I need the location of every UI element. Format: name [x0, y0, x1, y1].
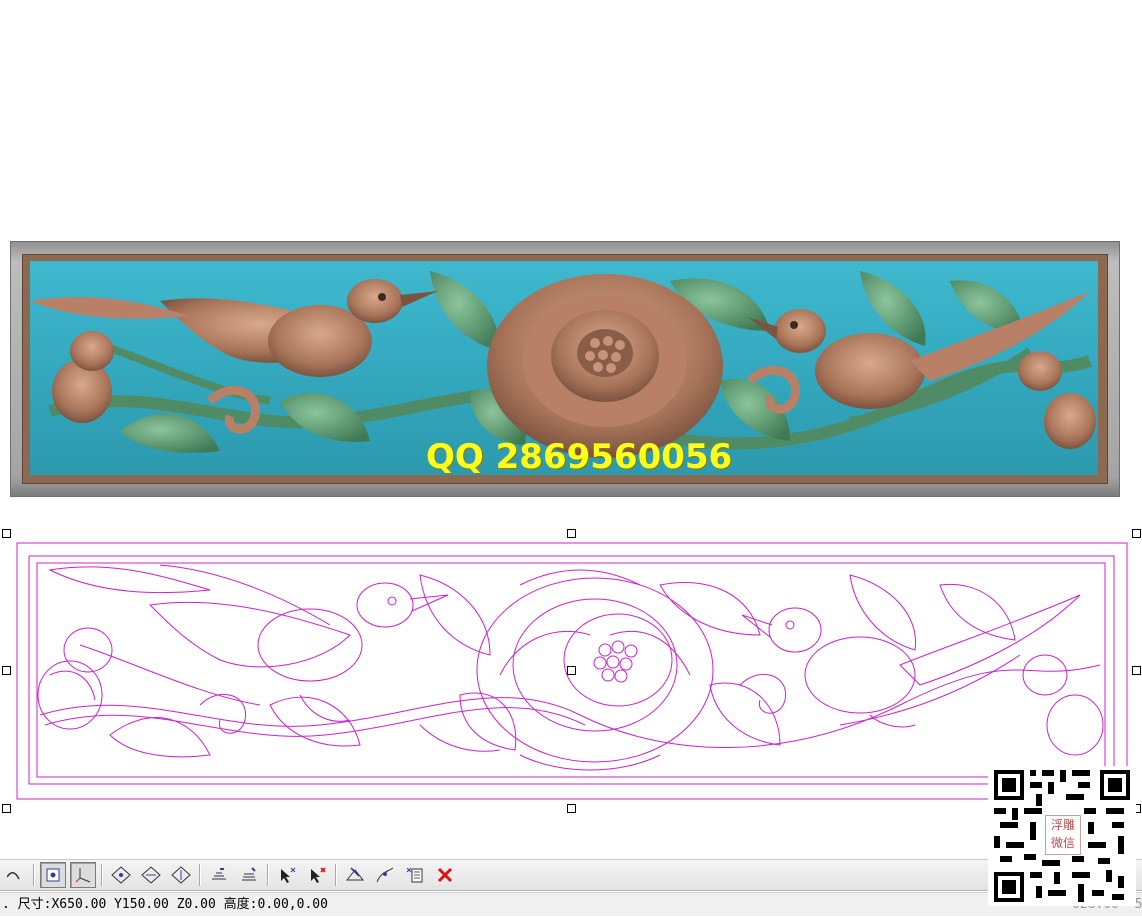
path-edit-icon — [376, 867, 394, 883]
curve-tool-button[interactable] — [2, 862, 28, 888]
bottom-toolbar — [0, 859, 1142, 891]
qr-label-line1: 浮雕 — [1050, 818, 1075, 832]
drawing-canvas[interactable]: QQ 2869560056 — [0, 0, 1142, 850]
qr-code-label: 浮雕 微信 — [1045, 815, 1081, 855]
selection-handle-bottom-left[interactable] — [2, 804, 11, 813]
select-cross-icon — [281, 867, 296, 883]
status-bar: . 尺寸:X650.00 Y150.00 Z0.00 高度:0.00,0.00 … — [0, 892, 1142, 916]
qr-label-line2: 微信 — [1050, 836, 1075, 850]
select-delete-button[interactable] — [304, 862, 330, 888]
diamond-node-icon — [111, 866, 131, 884]
layer-edit-button[interactable] — [236, 862, 262, 888]
selection-handle-top-middle[interactable] — [567, 529, 576, 538]
toolbar-separator — [335, 864, 337, 886]
selection-handle-middle-left[interactable] — [2, 666, 11, 675]
diamond-edit-icon — [141, 866, 161, 884]
diamond-transform-icon — [171, 866, 191, 884]
select-cross-button[interactable] — [274, 862, 300, 888]
delete-button[interactable] — [432, 862, 458, 888]
toolbar-separator — [101, 864, 103, 886]
diamond-edit-button[interactable] — [138, 862, 164, 888]
delete-icon — [437, 867, 453, 883]
layer-edit-icon — [242, 867, 256, 881]
document-edit-icon — [406, 867, 423, 883]
curve-tool-icon — [7, 872, 20, 880]
dimensions-readout: . 尺寸:X650.00 Y150.00 Z0.00 高度:0.00,0.00 — [2, 897, 328, 912]
document-edit-button[interactable] — [402, 862, 428, 888]
axis-icon — [75, 868, 91, 883]
layer-stack-button[interactable] — [206, 862, 232, 888]
toolbar-separator — [267, 864, 269, 886]
diamond-transform-button[interactable] — [168, 862, 194, 888]
path-edit-button[interactable] — [372, 862, 398, 888]
snap-point-button[interactable] — [40, 862, 66, 888]
toolbar-separator — [199, 864, 201, 886]
selection-handle-bottom-middle[interactable] — [567, 804, 576, 813]
node-edit-button[interactable] — [342, 862, 368, 888]
axis-button[interactable] — [70, 862, 96, 888]
select-delete-icon — [311, 867, 326, 883]
diamond-node-button[interactable] — [108, 862, 134, 888]
selection-handle-top-left[interactable] — [2, 529, 11, 538]
snap-point-icon — [46, 868, 60, 882]
watermark-text: QQ 2869560056 — [426, 437, 733, 477]
layer-stack-icon — [212, 868, 226, 880]
selection-handle-center[interactable] — [567, 666, 576, 675]
node-edit-icon — [345, 867, 365, 881]
selection-handle-middle-right[interactable] — [1132, 666, 1141, 675]
selection-handle-top-right[interactable] — [1132, 529, 1141, 538]
toolbar-separator — [33, 864, 35, 886]
